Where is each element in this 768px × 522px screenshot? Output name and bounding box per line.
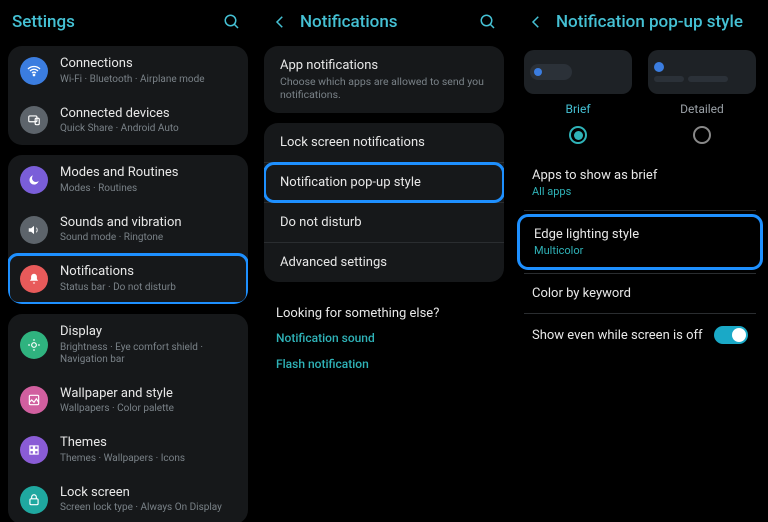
style-label: Brief (566, 102, 591, 116)
pane-settings: Settings ConnectionsWi-Fi · Bluetooth · … (0, 0, 256, 522)
item-apps-to-show-brief[interactable]: Apps to show as brief All apps (516, 156, 764, 210)
style-option-detailed[interactable]: Detailed (648, 50, 756, 144)
toggle-switch[interactable] (714, 326, 748, 344)
item-do-not-disturb[interactable]: Do not disturb (264, 203, 504, 242)
settings-item-connections[interactable]: ConnectionsWi-Fi · Bluetooth · Airplane … (8, 46, 248, 96)
looking-for-label: Looking for something else? (260, 292, 508, 325)
themes-icon (20, 436, 48, 464)
item-lockscreen-notifications[interactable]: Lock screen notifications (264, 123, 504, 162)
bell-icon (20, 265, 48, 293)
item-advanced-settings[interactable]: Advanced settings (264, 243, 504, 282)
link-flash-notification[interactable]: Flash notification (260, 351, 508, 377)
item-notification-popup-style[interactable]: Notification pop-up style (264, 163, 504, 202)
header: Settings (4, 0, 252, 46)
page-title: Settings (12, 12, 212, 32)
style-option-brief[interactable]: Brief (524, 50, 632, 144)
wifi-icon (20, 57, 48, 85)
detailed-preview (648, 50, 756, 94)
notifications-group: Lock screen notifications Notification p… (264, 123, 504, 282)
page-title: Notifications (300, 12, 468, 32)
header: Notification pop-up style (516, 0, 764, 46)
item-color-by-keyword[interactable]: Color by keyword (516, 274, 764, 313)
divider (524, 210, 756, 211)
pane-notifications: Notifications App notifications Choose w… (256, 0, 512, 522)
link-notification-sound[interactable]: Notification sound (260, 325, 508, 351)
settings-item-notifications[interactable]: NotificationsStatus bar · Do not disturb (8, 254, 248, 304)
item-app-notifications[interactable]: App notifications Choose which apps are … (264, 46, 504, 113)
style-label: Detailed (680, 102, 724, 116)
settings-group-1: ConnectionsWi-Fi · Bluetooth · Airplane … (8, 46, 248, 145)
settings-group-2: Modes and RoutinesModes · Routines Sound… (8, 155, 248, 304)
back-icon[interactable] (524, 10, 548, 34)
display-icon (20, 331, 48, 359)
item-show-while-screen-off[interactable]: Show even while screen is off (516, 314, 764, 356)
settings-group-3: DisplayBrightness · Eye comfort shield ·… (8, 314, 248, 522)
sound-icon (20, 216, 48, 244)
lock-icon (20, 486, 48, 514)
wallpaper-icon (20, 386, 48, 414)
settings-item-connected-devices[interactable]: Connected devicesQuick Share · Android A… (8, 96, 248, 146)
settings-item-wallpaper[interactable]: Wallpaper and styleWallpapers · Color pa… (8, 376, 248, 426)
back-icon[interactable] (268, 10, 292, 34)
radio-brief[interactable] (569, 126, 587, 144)
header: Notifications (260, 0, 508, 46)
settings-item-display[interactable]: DisplayBrightness · Eye comfort shield ·… (8, 314, 248, 376)
radio-detailed[interactable] (693, 126, 711, 144)
brief-preview (524, 50, 632, 94)
pane-popup-style: Notification pop-up style Brief Detailed… (512, 0, 768, 522)
style-options: Brief Detailed (516, 46, 764, 144)
page-title: Notification pop-up style (556, 12, 756, 32)
settings-item-sounds[interactable]: Sounds and vibrationSound mode · Rington… (8, 205, 248, 255)
settings-item-themes[interactable]: ThemesThemes · Wallpapers · Icons (8, 425, 248, 475)
search-icon[interactable] (476, 10, 500, 34)
app-notifications-card: App notifications Choose which apps are … (264, 46, 504, 113)
settings-item-lockscreen[interactable]: Lock screenScreen lock type · Always On … (8, 475, 248, 522)
device-icon (20, 106, 48, 134)
moon-icon (20, 166, 48, 194)
settings-item-modes[interactable]: Modes and RoutinesModes · Routines (8, 155, 248, 205)
item-edge-lighting-style[interactable]: Edge lighting style Multicolor (518, 215, 762, 269)
search-icon[interactable] (220, 10, 244, 34)
